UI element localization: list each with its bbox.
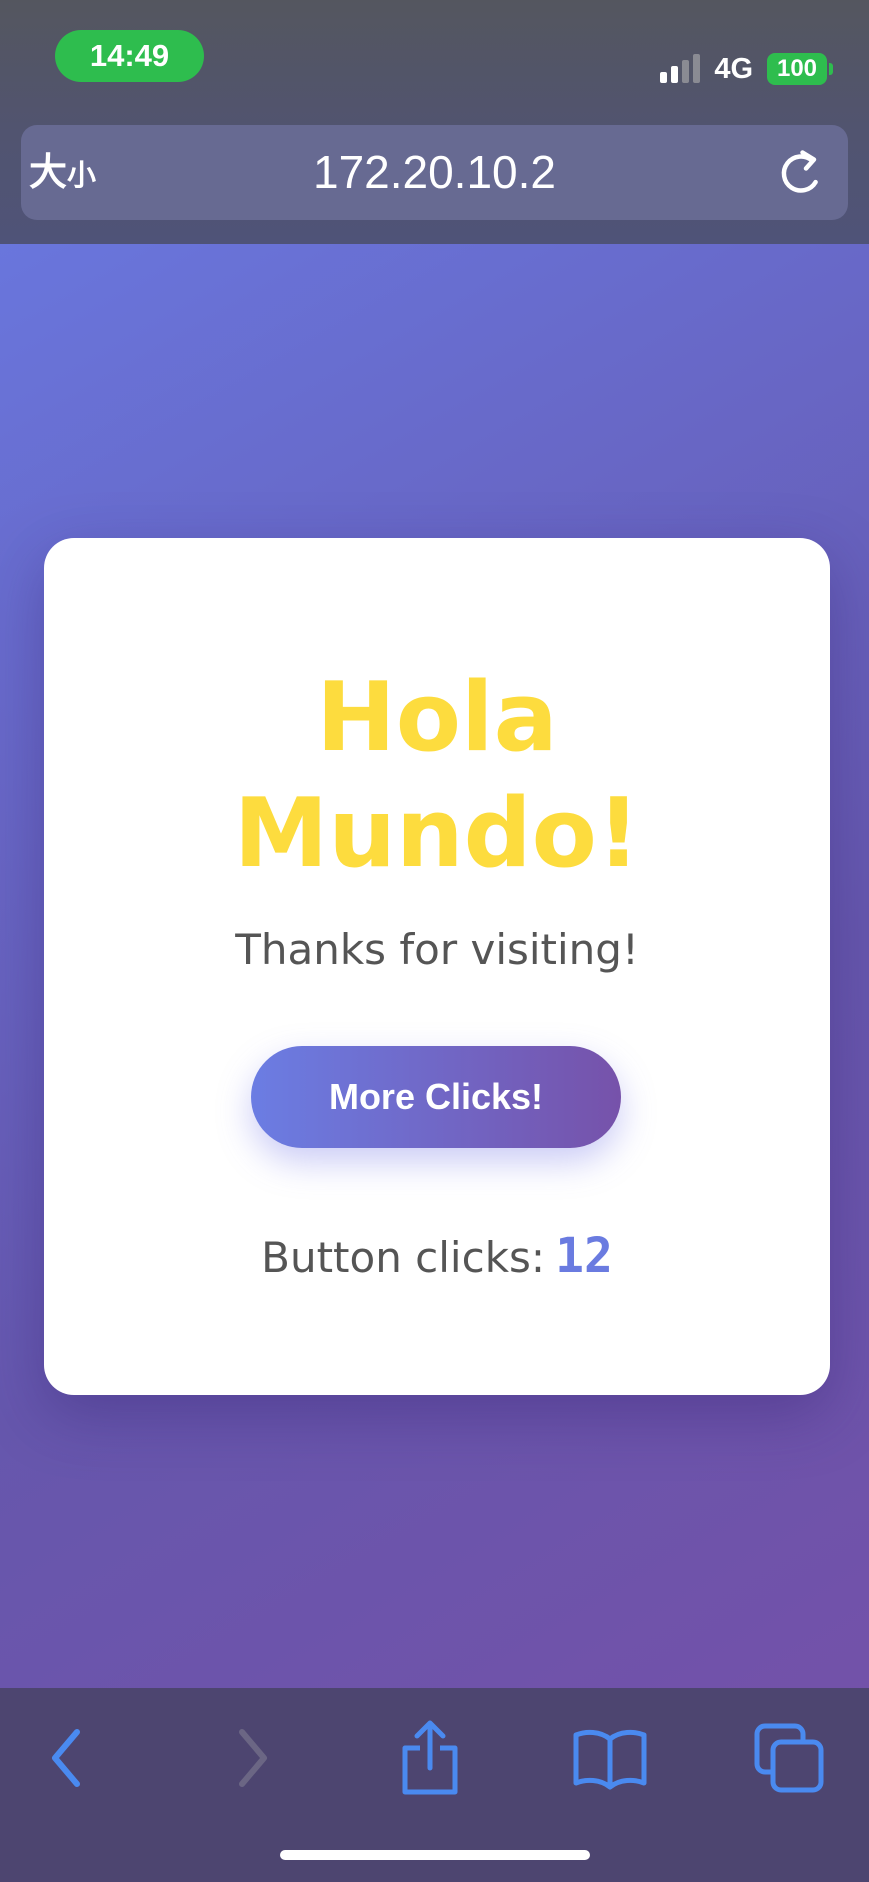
counter-label: Button clicks:	[261, 1233, 546, 1282]
share-icon[interactable]	[390, 1718, 470, 1798]
content-card: Hola Mundo! Thanks for visiting! More Cl…	[44, 538, 830, 1395]
home-indicator[interactable]	[280, 1850, 590, 1860]
browser-top-chrome: 14:49 4G 100 大小 172.20.10.2	[0, 0, 869, 244]
network-type: 4G	[714, 52, 753, 85]
page-title: Hola Mundo!	[44, 660, 830, 892]
reload-icon[interactable]	[774, 146, 828, 200]
address-bar[interactable]: 大小 172.20.10.2	[21, 125, 848, 220]
battery-level: 100	[776, 55, 818, 82]
subtitle: Thanks for visiting!	[235, 925, 639, 974]
chevron-right-icon[interactable]	[213, 1718, 293, 1798]
counter-value: 12	[555, 1228, 613, 1284]
url-text[interactable]: 172.20.10.2	[21, 125, 848, 220]
tabs-icon[interactable]	[750, 1718, 830, 1798]
more-clicks-button[interactable]: More Clicks!	[251, 1046, 621, 1148]
signal-icon	[660, 54, 701, 83]
status-time: 14:49	[55, 30, 204, 82]
title-line-1: Hola	[316, 663, 558, 773]
chevron-left-icon[interactable]	[26, 1718, 106, 1798]
battery-icon: 100	[767, 53, 833, 85]
status-indicators: 4G 100	[660, 50, 833, 88]
title-line-2: Mundo!	[233, 779, 641, 889]
click-counter: Button clicks: 12	[44, 1228, 830, 1286]
book-icon[interactable]	[570, 1718, 650, 1798]
browser-toolbar	[0, 1688, 869, 1882]
